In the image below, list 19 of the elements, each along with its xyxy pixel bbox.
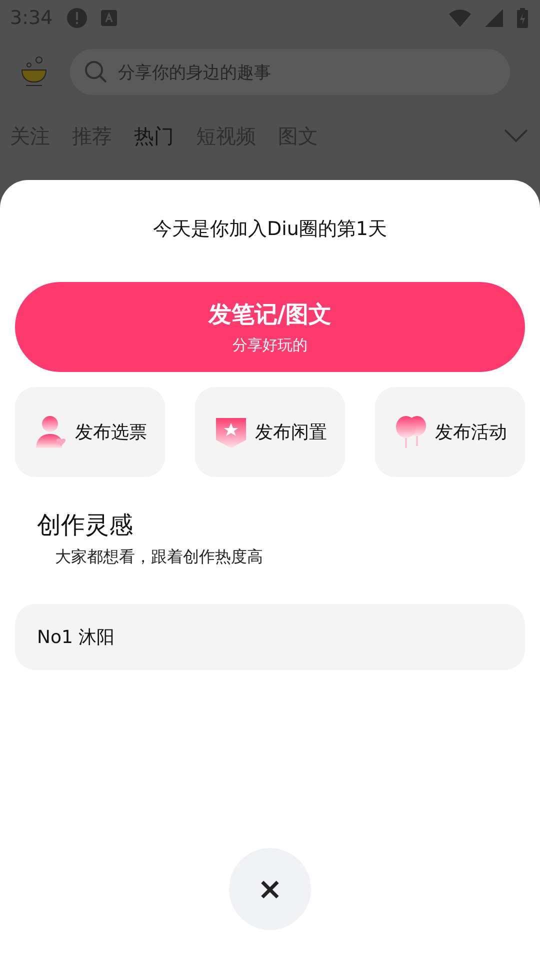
publish-option-button[interactable]: 发布闲置 xyxy=(195,387,345,477)
topic-item[interactable]: No1 沐阳 xyxy=(15,604,525,670)
battery-icon xyxy=(517,8,528,28)
search-icon xyxy=(84,60,108,84)
post-note-button[interactable]: 发笔记/图文 分享好玩的 xyxy=(15,282,525,372)
section-subtitle: 大家都想看，跟着创作热度高 xyxy=(55,547,264,568)
category-tab[interactable]: 热门 xyxy=(134,122,174,150)
chevron-down-icon[interactable] xyxy=(504,129,528,143)
alert-icon xyxy=(66,8,87,28)
section-title: 创作灵感 xyxy=(37,510,134,541)
greeting-text: 今天是你加入Diu圈的第1天 xyxy=(152,217,388,242)
signal-icon xyxy=(485,9,503,27)
publish-option-button[interactable]: 发布选票 xyxy=(15,387,165,477)
close-button[interactable]: × xyxy=(229,848,311,930)
publish-option-button[interactable]: 发布活动 xyxy=(375,387,525,477)
balloons-icon xyxy=(393,414,429,450)
pot-logo-icon xyxy=(20,56,48,88)
keyboard-icon xyxy=(100,10,117,26)
wifi-icon xyxy=(449,9,471,27)
